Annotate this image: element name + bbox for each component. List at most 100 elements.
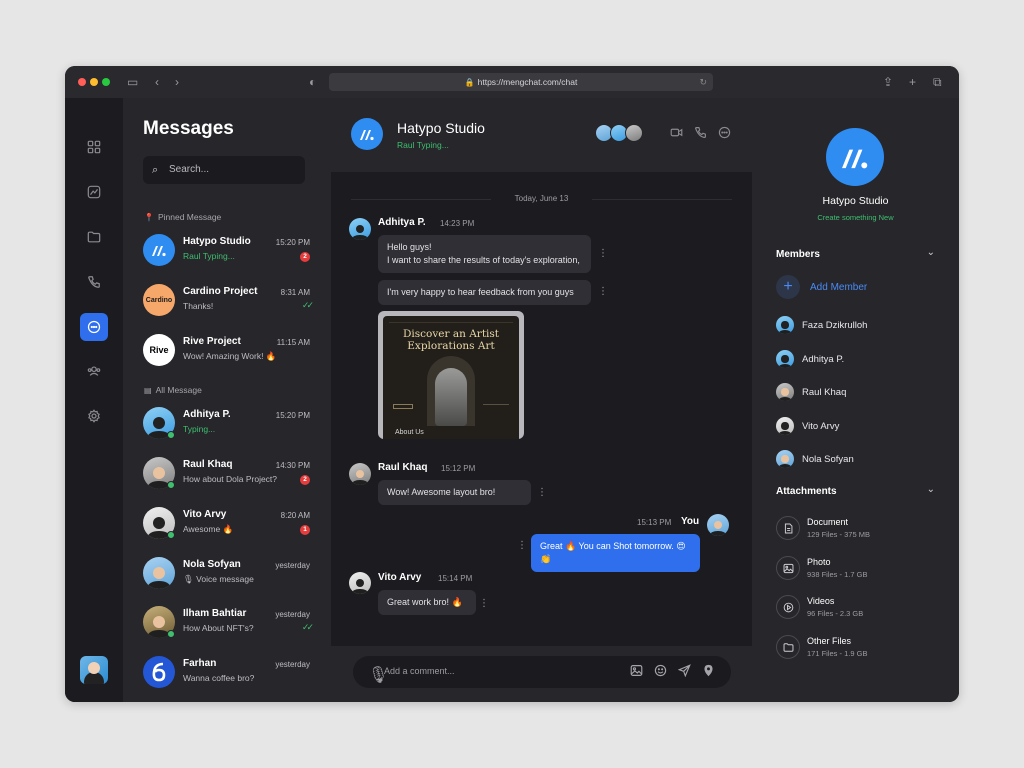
shared-image[interactable]: Discover an Artist Explorations Art Abou… [378,311,524,439]
add-member-button[interactable]: + [776,275,800,299]
conversation-item[interactable]: Nola Sofyan 🎙 Voice message yesterday [143,557,311,593]
comment-placeholder: Add a comment... [384,666,455,676]
conversation-item[interactable]: Hatypo Studio Raul Typing... 15:20 PM 2 [143,234,311,270]
address-bar[interactable]: 🔒 https://mengchat.com/chat ↻ [329,73,713,91]
group-avatar[interactable] [351,118,383,150]
attachment-meta: 938 Files - 1.7 GB [807,570,868,579]
member-item[interactable]: Vito Arvy [776,417,946,437]
emoji-icon[interactable] [654,664,667,682]
nav-contacts[interactable] [81,358,107,384]
search-placeholder: Search... [169,164,210,175]
location-icon[interactable] [702,664,715,682]
image-title: Discover an Artist Explorations Art [383,328,519,352]
video-call-icon[interactable] [670,126,683,144]
comment-input[interactable]: 🎙 Add a comment... [353,656,731,688]
avatar [143,656,175,688]
sender-avatar[interactable] [707,514,729,536]
member-item[interactable]: Raul Khaq [776,383,946,403]
conversation-name: Hatypo Studio [183,236,251,247]
search-icon: ⌕ [152,164,159,176]
phone-icon[interactable] [694,126,707,144]
lock-icon: 🔒 [464,78,475,87]
member-item[interactable]: Adhitya P. [776,350,946,370]
conversation-item[interactable]: Adhitya P. Typing... 15:20 PM [143,407,311,443]
attachment-name: Photo [807,557,831,567]
message-time: 15:13 PM [637,518,672,527]
conversation-item[interactable]: Ilham Bahtiar How About NFT's? yesterday… [143,606,314,642]
all-label-text: All Message [155,385,202,395]
message-text: Hello guys! [387,242,432,252]
conversation-item[interactable]: Vito Arvy Awesome 🔥 8:20 AM 1 [143,507,311,543]
current-user-avatar[interactable] [80,656,108,684]
message-options-icon[interactable]: ⋮ [598,287,608,297]
avatar [776,350,794,368]
shield-icon[interactable]: ◐ [309,75,316,89]
new-tab-icon[interactable]: + [909,75,916,89]
attachment-item[interactable]: Videos 96 Files - 2.3 GB [776,593,946,623]
member-avatar[interactable] [625,124,643,142]
conversation-preview: How About NFT's? [183,623,254,633]
member-item[interactable]: Faza Dzikrulloh [776,316,946,336]
conversation-time: 15:20 PM [275,411,310,420]
chevron-down-icon[interactable]: ⌄ [927,484,935,495]
page-title: Messages [143,118,234,139]
conversation-name: Farhan [183,658,217,669]
nav-files[interactable] [81,224,107,250]
nav-analytics[interactable] [81,179,107,205]
send-icon[interactable] [677,664,691,682]
conversation-item[interactable]: Cardino Cardino Project Thanks! 8:31 AM … [143,284,314,320]
folder-icon [776,635,800,659]
conversation-item[interactable]: Raul Khaq How about Dola Project? 14:30 … [143,457,311,493]
nav-calls[interactable] [81,269,107,295]
nav-dashboard[interactable] [81,134,107,160]
image-title-line: Discover an Artist [402,328,500,340]
attachment-item[interactable]: Photo 938 Files - 1.7 GB [776,554,946,584]
share-icon[interactable]: ⇪ [883,75,893,89]
members-heading: Members [776,249,820,260]
back-icon[interactable]: ‹ [155,75,159,89]
sidebar-toggle-icon[interactable]: ▭ [127,75,138,89]
search-input[interactable]: ⌕ Search... [143,156,305,184]
member-item[interactable]: Nola Sofyan [776,450,946,470]
more-options-icon[interactable] [718,126,731,144]
folder-icon [87,231,101,243]
avatar [776,450,794,468]
attachment-item[interactable]: Document 129 Files - 375 MB [776,514,946,544]
message-options-icon[interactable]: ⋮ [598,249,608,259]
conversation-item[interactable]: Rive Rive Project Wow! Amazing Work! 🔥 1… [143,334,311,370]
member-name: Raul Khaq [802,387,847,398]
close-window-button[interactable] [78,78,86,86]
sender-avatar[interactable] [349,572,371,594]
group-subtitle: Create something New [817,213,894,222]
message-options-icon[interactable]: ⋮ [517,541,527,551]
conversation-preview: Raul Typing... [183,251,235,261]
forward-icon[interactable]: › [175,75,179,89]
message-options-icon[interactable]: ⋮ [537,488,547,498]
maximize-window-button[interactable] [102,78,110,86]
sender-avatar[interactable] [349,218,371,240]
conversation-time: yesterday [275,610,310,619]
nav-messages[interactable] [80,313,108,341]
conversation-preview: Wanna coffee bro? [183,673,255,683]
add-member-label[interactable]: Add Member [810,282,867,293]
image-icon[interactable] [630,664,643,682]
conversation-name: Raul Khaq [183,459,233,470]
group-name: Hatypo Studio [822,195,889,207]
avatar [143,557,175,589]
message-text: I want to share the results of today's e… [387,255,580,265]
online-indicator [167,630,175,638]
conversation-time: 15:20 PM [275,238,310,247]
minimize-window-button[interactable] [90,78,98,86]
message-composer: 🎙 Add a comment... [331,646,752,702]
chevron-down-icon[interactable]: ⌄ [927,247,935,258]
message-options-icon[interactable]: ⋮ [479,599,489,609]
sender-avatar[interactable] [349,463,371,485]
reload-icon[interactable]: ↻ [699,73,707,91]
tabs-overview-icon[interactable]: ⧉ [933,75,942,89]
conversation-item[interactable]: Farhan Wanna coffee bro? yesterday [143,656,311,692]
design-preview-image: Discover an Artist Explorations Art Abou… [383,316,519,439]
message-bubble: Hello guys! I want to share the results … [378,235,591,273]
nav-settings[interactable] [81,403,107,429]
group-details-panel: Hatypo Studio Create something New Membe… [752,98,959,702]
attachment-item[interactable]: Other Files 171 Files - 1.9 GB [776,633,946,663]
